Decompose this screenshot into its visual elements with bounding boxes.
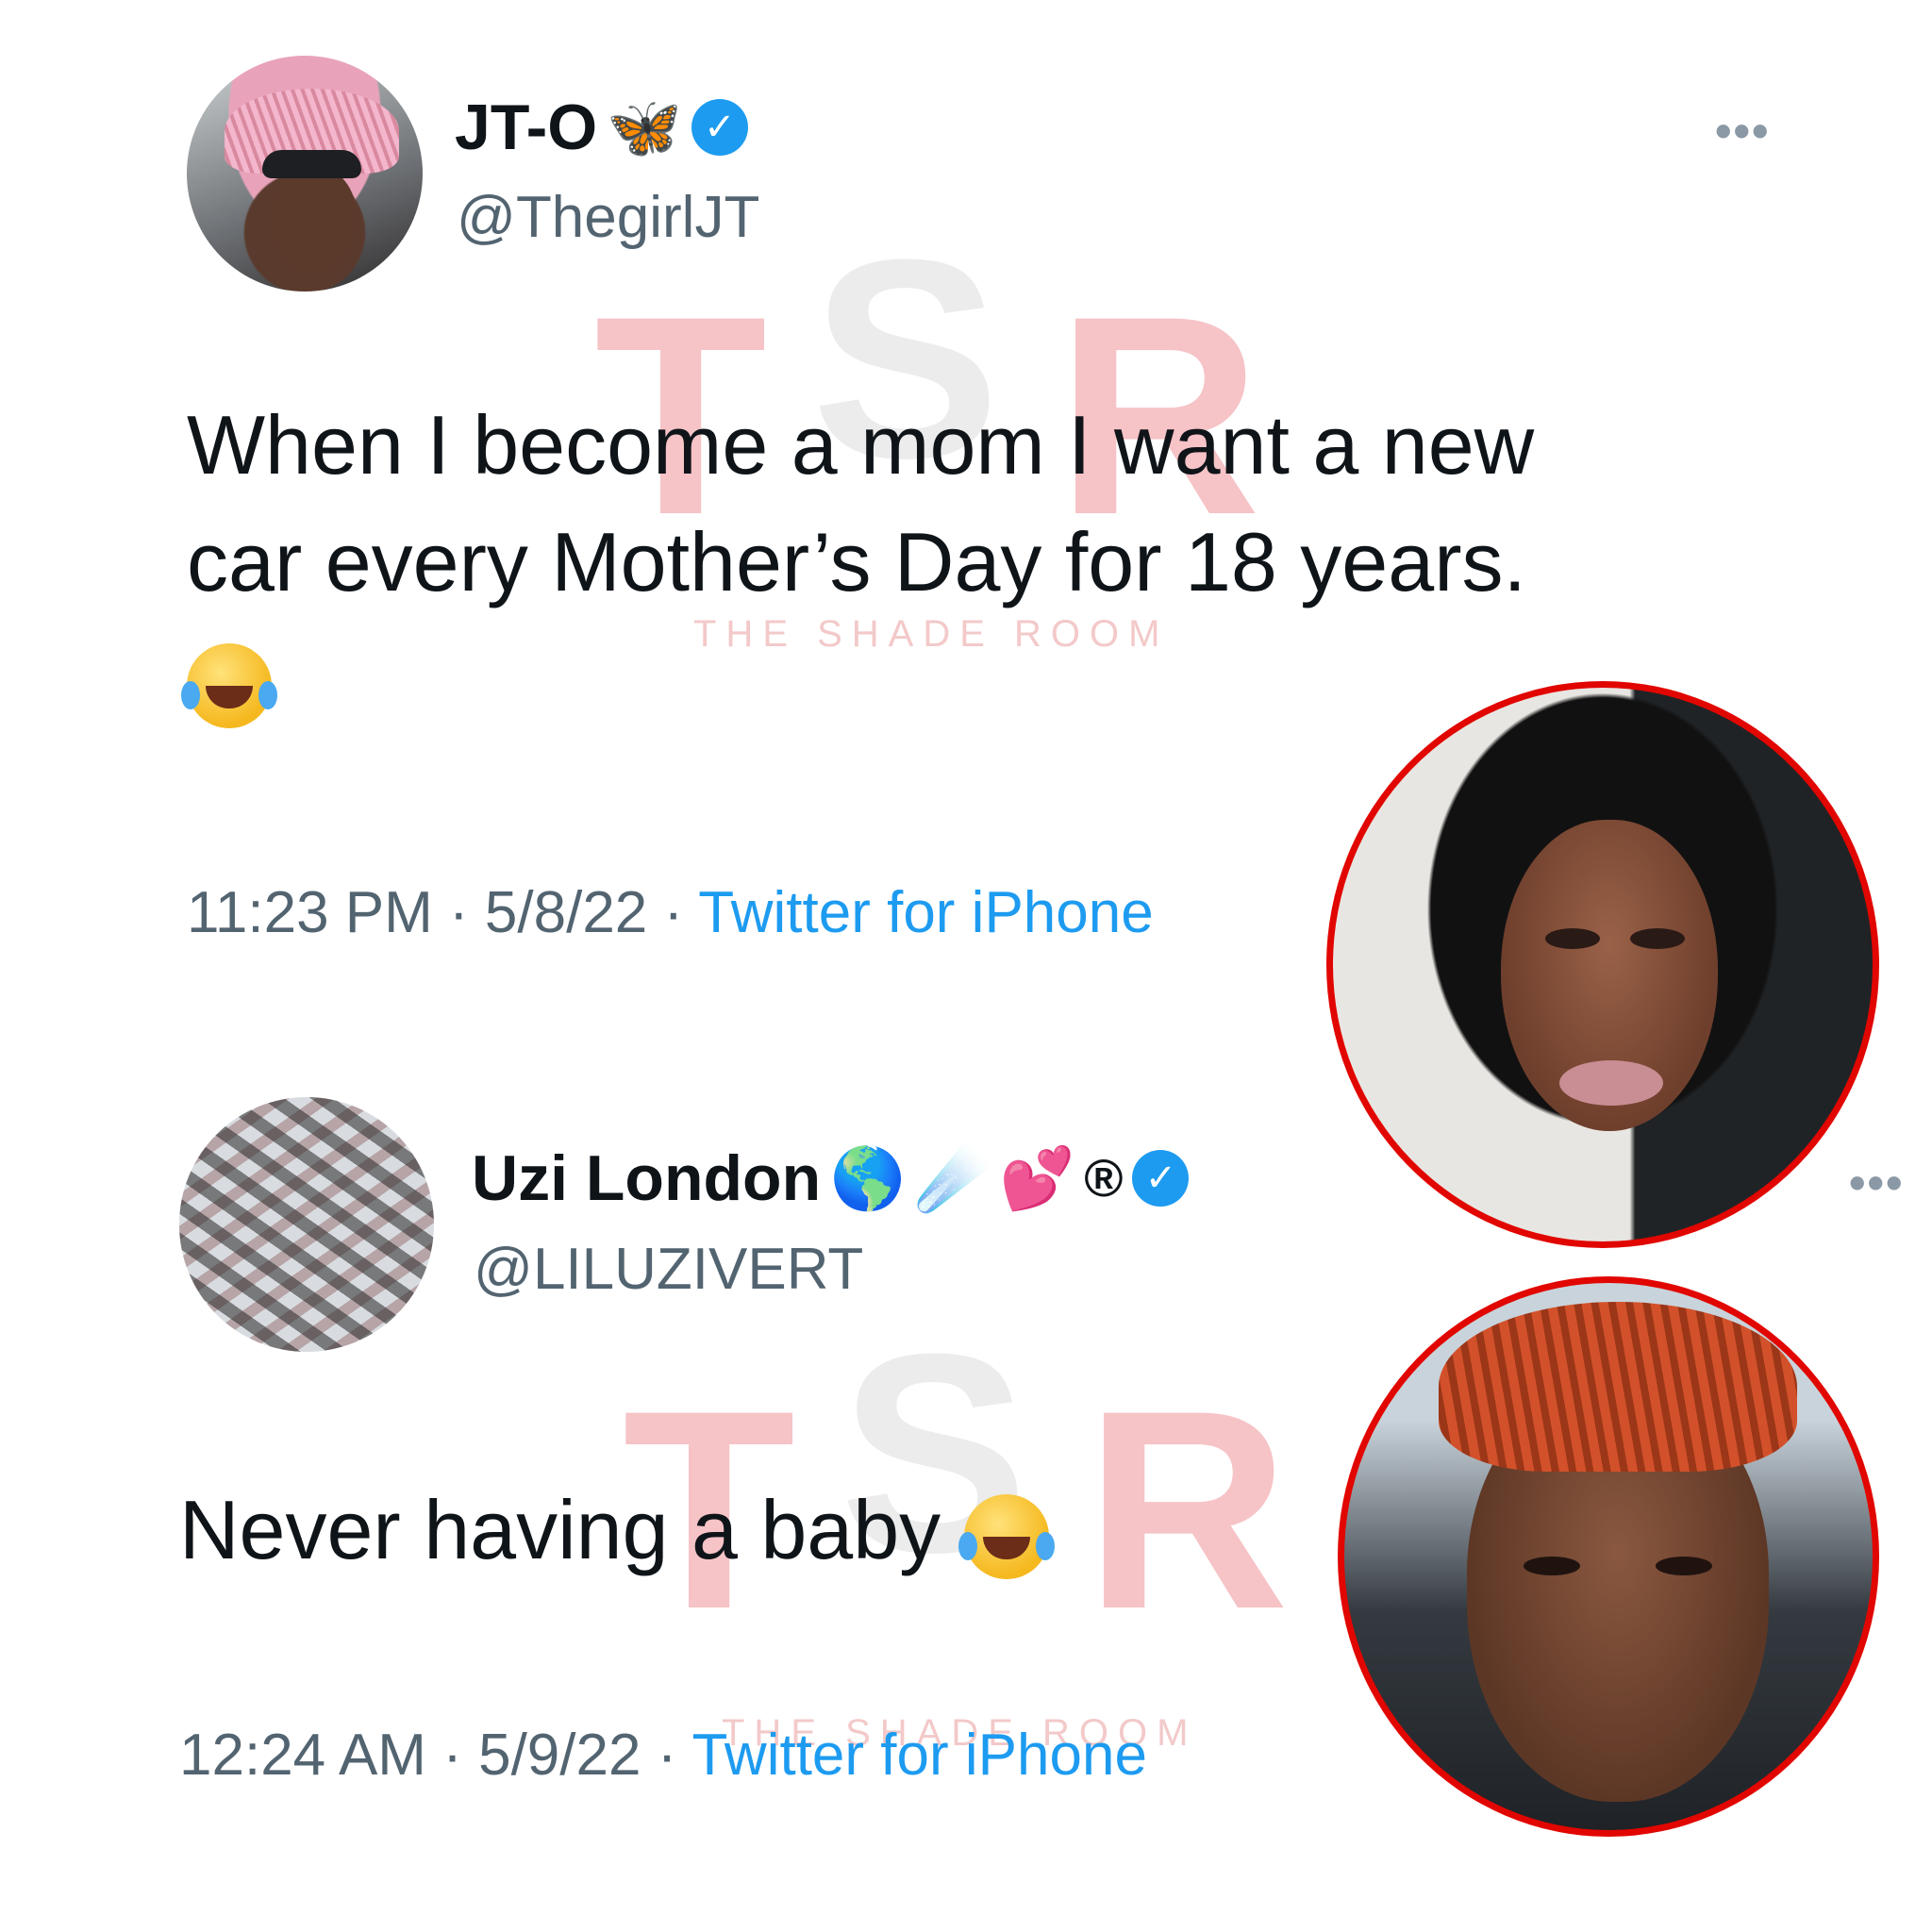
tears-of-joy-emoji — [181, 642, 272, 728]
photo-eye — [1524, 1557, 1580, 1575]
comet-emoji: ☄️ — [914, 1144, 991, 1212]
registered-emoji: ® — [1084, 1148, 1124, 1208]
tweet-date[interactable]: 5/8/22 — [485, 880, 647, 945]
verified-badge-icon: ✓ — [691, 99, 748, 156]
photo-lips — [1559, 1060, 1663, 1106]
handle[interactable]: @ThegirlJT — [457, 184, 759, 251]
avatar-glasses — [262, 150, 361, 178]
tweet-text-line: When I become a mom I want a new — [187, 398, 1535, 491]
photo-eye — [1630, 928, 1685, 949]
meta-separator: · — [449, 880, 469, 945]
two-hearts-emoji: 💕 — [999, 1144, 1075, 1212]
meta-separator: · — [657, 1723, 677, 1788]
display-name-text: Uzi London — [472, 1142, 822, 1214]
tweet-meta: 11:23 PM · 5/8/22 · Twitter for iPhone — [187, 879, 1154, 946]
display-name-text: JT-O — [455, 92, 598, 163]
photo-hair — [1439, 1302, 1797, 1472]
jt-photo — [1326, 681, 1879, 1248]
avatar[interactable] — [179, 1097, 434, 1352]
tweet-source-link[interactable]: Twitter for iPhone — [691, 1723, 1146, 1788]
handle[interactable]: @LILUZIVERT — [474, 1236, 863, 1303]
tweet-text: Never having a baby — [179, 1472, 1311, 1589]
avatar-face — [270, 167, 357, 275]
tears-of-joy-emoji — [958, 1493, 1049, 1579]
display-name[interactable]: JT-O 🦋 ✓ — [455, 91, 748, 164]
verified-badge-icon: ✓ — [1132, 1150, 1190, 1207]
photo-eye — [1656, 1557, 1712, 1575]
meta-separator: · — [663, 880, 684, 945]
photo-eye — [1545, 928, 1600, 949]
more-options-icon[interactable]: ••• — [1849, 1156, 1905, 1210]
more-options-icon[interactable]: ••• — [1715, 104, 1771, 158]
tweet-meta: 12:24 AM · 5/9/22 · Twitter for iPhone — [179, 1722, 1147, 1789]
globe-emoji: 🌎 — [830, 1144, 906, 1212]
display-name[interactable]: Uzi London 🌎 ☄️ 💕 ® ✓ — [472, 1141, 1190, 1215]
tweet-time: 11:23 PM — [187, 880, 433, 945]
uzi-photo — [1338, 1276, 1879, 1837]
tweet-time: 12:24 AM — [179, 1723, 426, 1788]
avatar[interactable] — [187, 56, 423, 291]
tweet-date[interactable]: 5/9/22 — [478, 1723, 641, 1788]
tweet-text-line: car every Mother’s Day for 18 years. — [187, 515, 1526, 608]
tweet-text: When I become a mom I want a new car eve… — [181, 387, 1790, 738]
butterfly-emoji: 🦋 — [607, 93, 682, 161]
tweet-text-content: Never having a baby — [179, 1483, 941, 1576]
meta-separator: · — [442, 1723, 462, 1788]
tweet-source-link[interactable]: Twitter for iPhone — [698, 880, 1153, 945]
